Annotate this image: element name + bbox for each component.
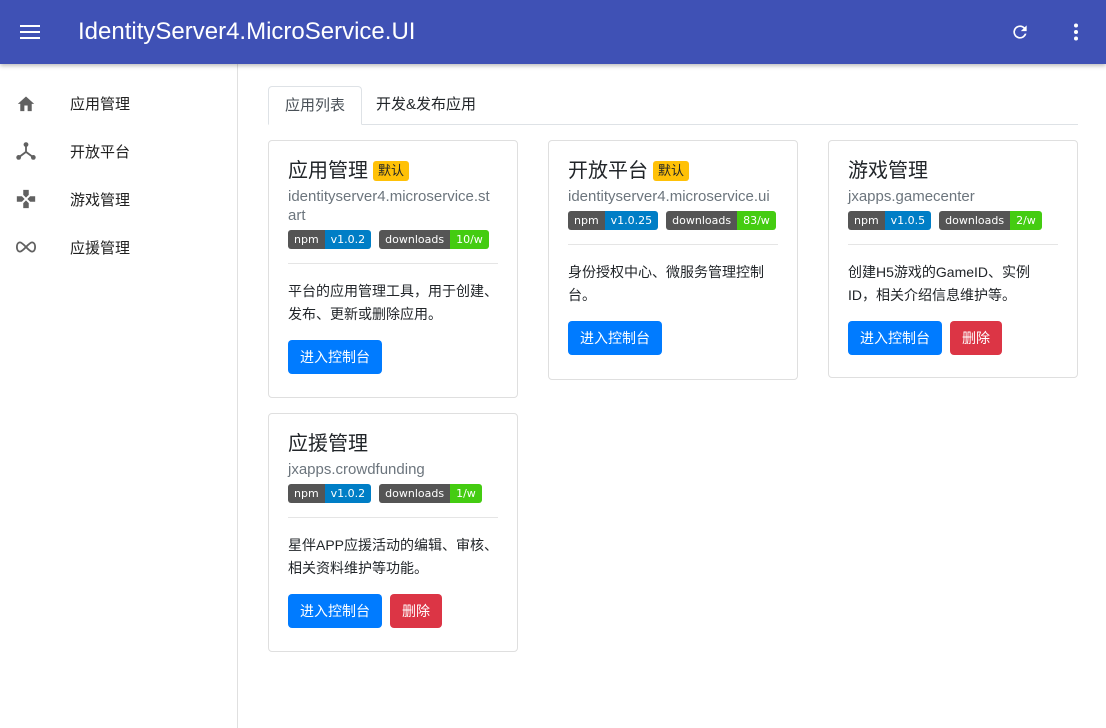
sidebar-item-label: 开放平台	[70, 143, 131, 161]
card-description: 创建H5游戏的GameID、实例ID，相关介绍信息维护等。	[848, 264, 1031, 303]
app-title: IdentityServer4.MicroService.UI	[78, 18, 416, 45]
downloads-label: downloads	[379, 230, 451, 249]
card-title-row: 游戏管理	[848, 159, 1058, 183]
npm-label: npm	[568, 211, 605, 230]
package-name: jxapps.gamecenter	[848, 188, 975, 205]
home-icon	[14, 91, 38, 115]
sidebar-item-open-platform[interactable]: 开放平台	[0, 127, 237, 175]
card-title-row: 开放平台 默认	[568, 159, 778, 183]
card-actions: 进入控制台 删除	[288, 594, 498, 628]
npm-version-badge[interactable]: npm v1.0.5	[848, 211, 932, 230]
package-name: identityserver4.microservice.start	[288, 188, 490, 224]
shield-badges: npm v1.0.5 downloads 2/w	[848, 211, 1058, 230]
divider	[288, 263, 498, 264]
npm-version: v1.0.5	[884, 211, 932, 230]
divider	[288, 517, 498, 518]
downloads-value: 83/w	[737, 211, 776, 230]
default-badge: 默认	[373, 161, 410, 181]
sidebar-item-app-management[interactable]: 应用管理	[0, 79, 237, 127]
shield-badges: npm v1.0.2 downloads 10/w	[288, 230, 498, 249]
menu-icon[interactable]	[14, 16, 46, 48]
infinity-icon	[14, 235, 38, 259]
app-card: 应援管理 jxapps.crowdfunding npm v1.0.2 downl…	[268, 413, 518, 652]
divider	[848, 244, 1058, 245]
sidebar-item-label: 游戏管理	[70, 191, 131, 209]
npm-version-badge[interactable]: npm v1.0.2	[288, 230, 372, 249]
sidebar-item-label: 应援管理	[70, 239, 131, 257]
downloads-label: downloads	[666, 211, 738, 230]
npm-version-badge[interactable]: npm v1.0.2	[288, 484, 372, 503]
card-title: 游戏管理	[848, 160, 928, 182]
enter-console-button[interactable]: 进入控制台	[848, 321, 942, 355]
app-card: 开放平台 默认 identityserver4.microservice.ui …	[548, 140, 798, 380]
downloads-label: downloads	[939, 211, 1011, 230]
npm-label: npm	[288, 484, 325, 503]
shield-badges: npm v1.0.25 downloads 83/w	[568, 211, 778, 230]
npm-version: v1.0.2	[324, 230, 372, 249]
card-actions: 进入控制台 删除	[848, 321, 1058, 355]
downloads-value: 10/w	[450, 230, 489, 249]
tab-app-list[interactable]: 应用列表	[268, 86, 363, 125]
npm-version: v1.0.2	[324, 484, 372, 503]
card-actions: 进入控制台	[288, 340, 498, 374]
delete-button[interactable]: 删除	[390, 594, 442, 628]
sidebar: 应用管理 开放平台 游戏管理 应援管理	[0, 64, 238, 728]
card-description: 身份授权中心、微服务管理控制台。	[568, 264, 764, 303]
enter-console-button[interactable]: 进入控制台	[568, 321, 662, 355]
downloads-badge[interactable]: downloads 2/w	[939, 211, 1042, 230]
more-vert-icon[interactable]	[1060, 16, 1092, 48]
refresh-icon[interactable]	[1004, 16, 1036, 48]
tab-develop-publish[interactable]: 开发&发布应用	[360, 86, 492, 125]
app-card: 应用管理 默认 identityserver4.microservice.sta…	[268, 140, 518, 398]
downloads-value: 2/w	[1010, 211, 1042, 230]
sidebar-item-support-management[interactable]: 应援管理	[0, 223, 237, 271]
npm-version-badge[interactable]: npm v1.0.25	[568, 211, 659, 230]
package-name: jxapps.crowdfunding	[288, 461, 425, 478]
app-card: 游戏管理 jxapps.gamecenter npm v1.0.5 downloa…	[828, 140, 1078, 378]
enter-console-button[interactable]: 进入控制台	[288, 594, 382, 628]
downloads-badge[interactable]: downloads 1/w	[379, 484, 482, 503]
npm-label: npm	[288, 230, 325, 249]
hub-icon	[14, 139, 38, 163]
downloads-label: downloads	[379, 484, 451, 503]
downloads-value: 1/w	[450, 484, 482, 503]
downloads-badge[interactable]: downloads 83/w	[666, 211, 776, 230]
package-name: identityserver4.microservice.ui	[568, 188, 770, 205]
sidebar-item-game-management[interactable]: 游戏管理	[0, 175, 237, 223]
card-description: 星伴APP应援活动的编辑、审核、相关资料维护等功能。	[288, 537, 499, 576]
card-title: 开放平台	[568, 160, 648, 182]
npm-label: npm	[848, 211, 885, 230]
card-actions: 进入控制台	[568, 321, 778, 355]
enter-console-button[interactable]: 进入控制台	[288, 340, 382, 374]
card-title-row: 应用管理 默认	[288, 159, 498, 183]
sidebar-item-label: 应用管理	[70, 95, 131, 113]
gamepad-icon	[14, 187, 38, 211]
tab-bar: 应用列表 开发&发布应用	[268, 86, 1078, 125]
downloads-badge[interactable]: downloads 10/w	[379, 230, 489, 249]
npm-version: v1.0.25	[604, 211, 659, 230]
delete-button[interactable]: 删除	[950, 321, 1002, 355]
default-badge: 默认	[653, 161, 690, 181]
card-title: 应援管理	[288, 433, 368, 455]
card-description: 平台的应用管理工具，用于创建、发布、更新或删除应用。	[288, 283, 498, 322]
divider	[568, 244, 778, 245]
shield-badges: npm v1.0.2 downloads 1/w	[288, 484, 498, 503]
card-title: 应用管理	[288, 160, 368, 182]
app-bar: IdentityServer4.MicroService.UI	[0, 0, 1106, 64]
card-title-row: 应援管理	[288, 432, 498, 456]
